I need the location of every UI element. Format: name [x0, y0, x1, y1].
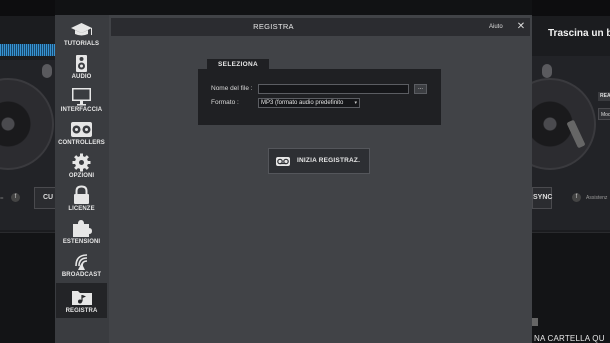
background-topbar-right	[532, 0, 610, 16]
sidebar-item-label: REGISTRA	[65, 308, 98, 314]
settings-sidebar: TUTORIALS AUDIO INTERFACCIA CONTROLLERS …	[55, 15, 109, 343]
settings-dialog: TUTORIALS AUDIO INTERFACCIA CONTROLLERS …	[55, 15, 532, 343]
sidebar-item-licenze[interactable]: LICENZE	[56, 184, 107, 216]
f-button-right[interactable]: f	[572, 193, 581, 202]
drag-here-title: Trascina un b	[548, 28, 610, 39]
puzzle-icon	[73, 220, 92, 237]
filename-field[interactable]	[258, 84, 409, 94]
voicemail-icon	[276, 157, 290, 166]
drop-folder-text: NA CARTELLA QU	[534, 334, 605, 343]
browser-area-right	[532, 232, 610, 343]
monitor-icon	[72, 88, 91, 106]
sidebar-item-interfaccia[interactable]: INTERFACCIA	[56, 85, 107, 117]
pitch-knob-right[interactable]	[542, 64, 552, 78]
controller-icon	[71, 122, 92, 137]
gear-icon	[72, 153, 91, 172]
sidebar-item-label: INTERFACCIA	[60, 107, 103, 113]
rea-button[interactable]: REA	[598, 92, 610, 101]
sidebar-item-label: TUTORIALS	[63, 41, 100, 47]
sidebar-item-audio[interactable]: AUDIO	[56, 52, 107, 84]
sidebar-item-label: CONTROLLERS	[58, 140, 105, 146]
graduation-cap-icon	[71, 23, 92, 36]
format-label: Formato :	[211, 99, 239, 106]
sidebar-item-label: AUDIO	[71, 74, 92, 80]
format-select[interactable]: MP3 (formato audio predefinito ▾	[258, 98, 360, 108]
scroll-handle-right[interactable]	[532, 318, 538, 326]
sidebar-item-broadcast[interactable]: BROADCAST	[56, 250, 107, 282]
sidebar-item-controllers[interactable]: CONTROLLERS	[56, 118, 107, 150]
f-button-left[interactable]: f	[11, 193, 20, 202]
pitch-knob-left[interactable]	[42, 64, 52, 78]
music-folder-icon	[72, 291, 92, 305]
format-value: MP3 (formato audio predefinito	[261, 100, 344, 106]
sync-button[interactable]: SYNC	[532, 187, 552, 209]
sidebar-item-label: ESTENSIONI	[62, 239, 101, 245]
background-deck-right: Trascina un b REA Mod SYNC f Assistenz N…	[504, 0, 610, 343]
waveform-left	[0, 44, 55, 56]
assist-label: Assistenz	[586, 195, 608, 201]
speaker-icon	[76, 55, 87, 72]
filename-label: Nome del file :	[211, 85, 253, 92]
browser-area-left	[0, 232, 55, 343]
sidebar-item-opzioni[interactable]: OPZIONI	[56, 151, 107, 183]
start-recording-label: INIZIA REGISTRAZ.	[297, 157, 361, 164]
screen: = f CU Trascina un b REA Mod SYNC f Assi…	[0, 0, 610, 343]
start-recording-button[interactable]: INIZIA REGISTRAZ.	[268, 148, 370, 174]
mod-button[interactable]: Mod	[598, 108, 610, 120]
lock-icon	[74, 185, 89, 204]
record-settings-panel	[198, 69, 441, 125]
background-deck-left: = f CU	[0, 0, 58, 343]
dialog-header: REGISTRA Aiuto ✕	[111, 18, 530, 36]
sidebar-item-tutorials[interactable]: TUTORIALS	[56, 19, 107, 51]
sidebar-item-estensioni[interactable]: ESTENSIONI	[56, 217, 107, 249]
sidebar-item-registra[interactable]: REGISTRA	[56, 283, 107, 318]
dialog-title: REGISTRA	[253, 22, 294, 31]
deck-dots-left: =	[0, 196, 4, 202]
browse-button[interactable]: ...	[414, 84, 427, 94]
sidebar-item-label: LICENZE	[68, 206, 95, 212]
sidebar-item-label: OPZIONI	[68, 173, 95, 179]
background-topbar-left	[0, 0, 55, 16]
close-icon[interactable]: ✕	[515, 18, 527, 36]
help-link[interactable]: Aiuto	[489, 18, 503, 36]
chevron-down-icon: ▾	[354, 100, 357, 106]
broadcast-icon	[75, 254, 88, 270]
sidebar-item-label: BROADCAST	[61, 272, 102, 278]
